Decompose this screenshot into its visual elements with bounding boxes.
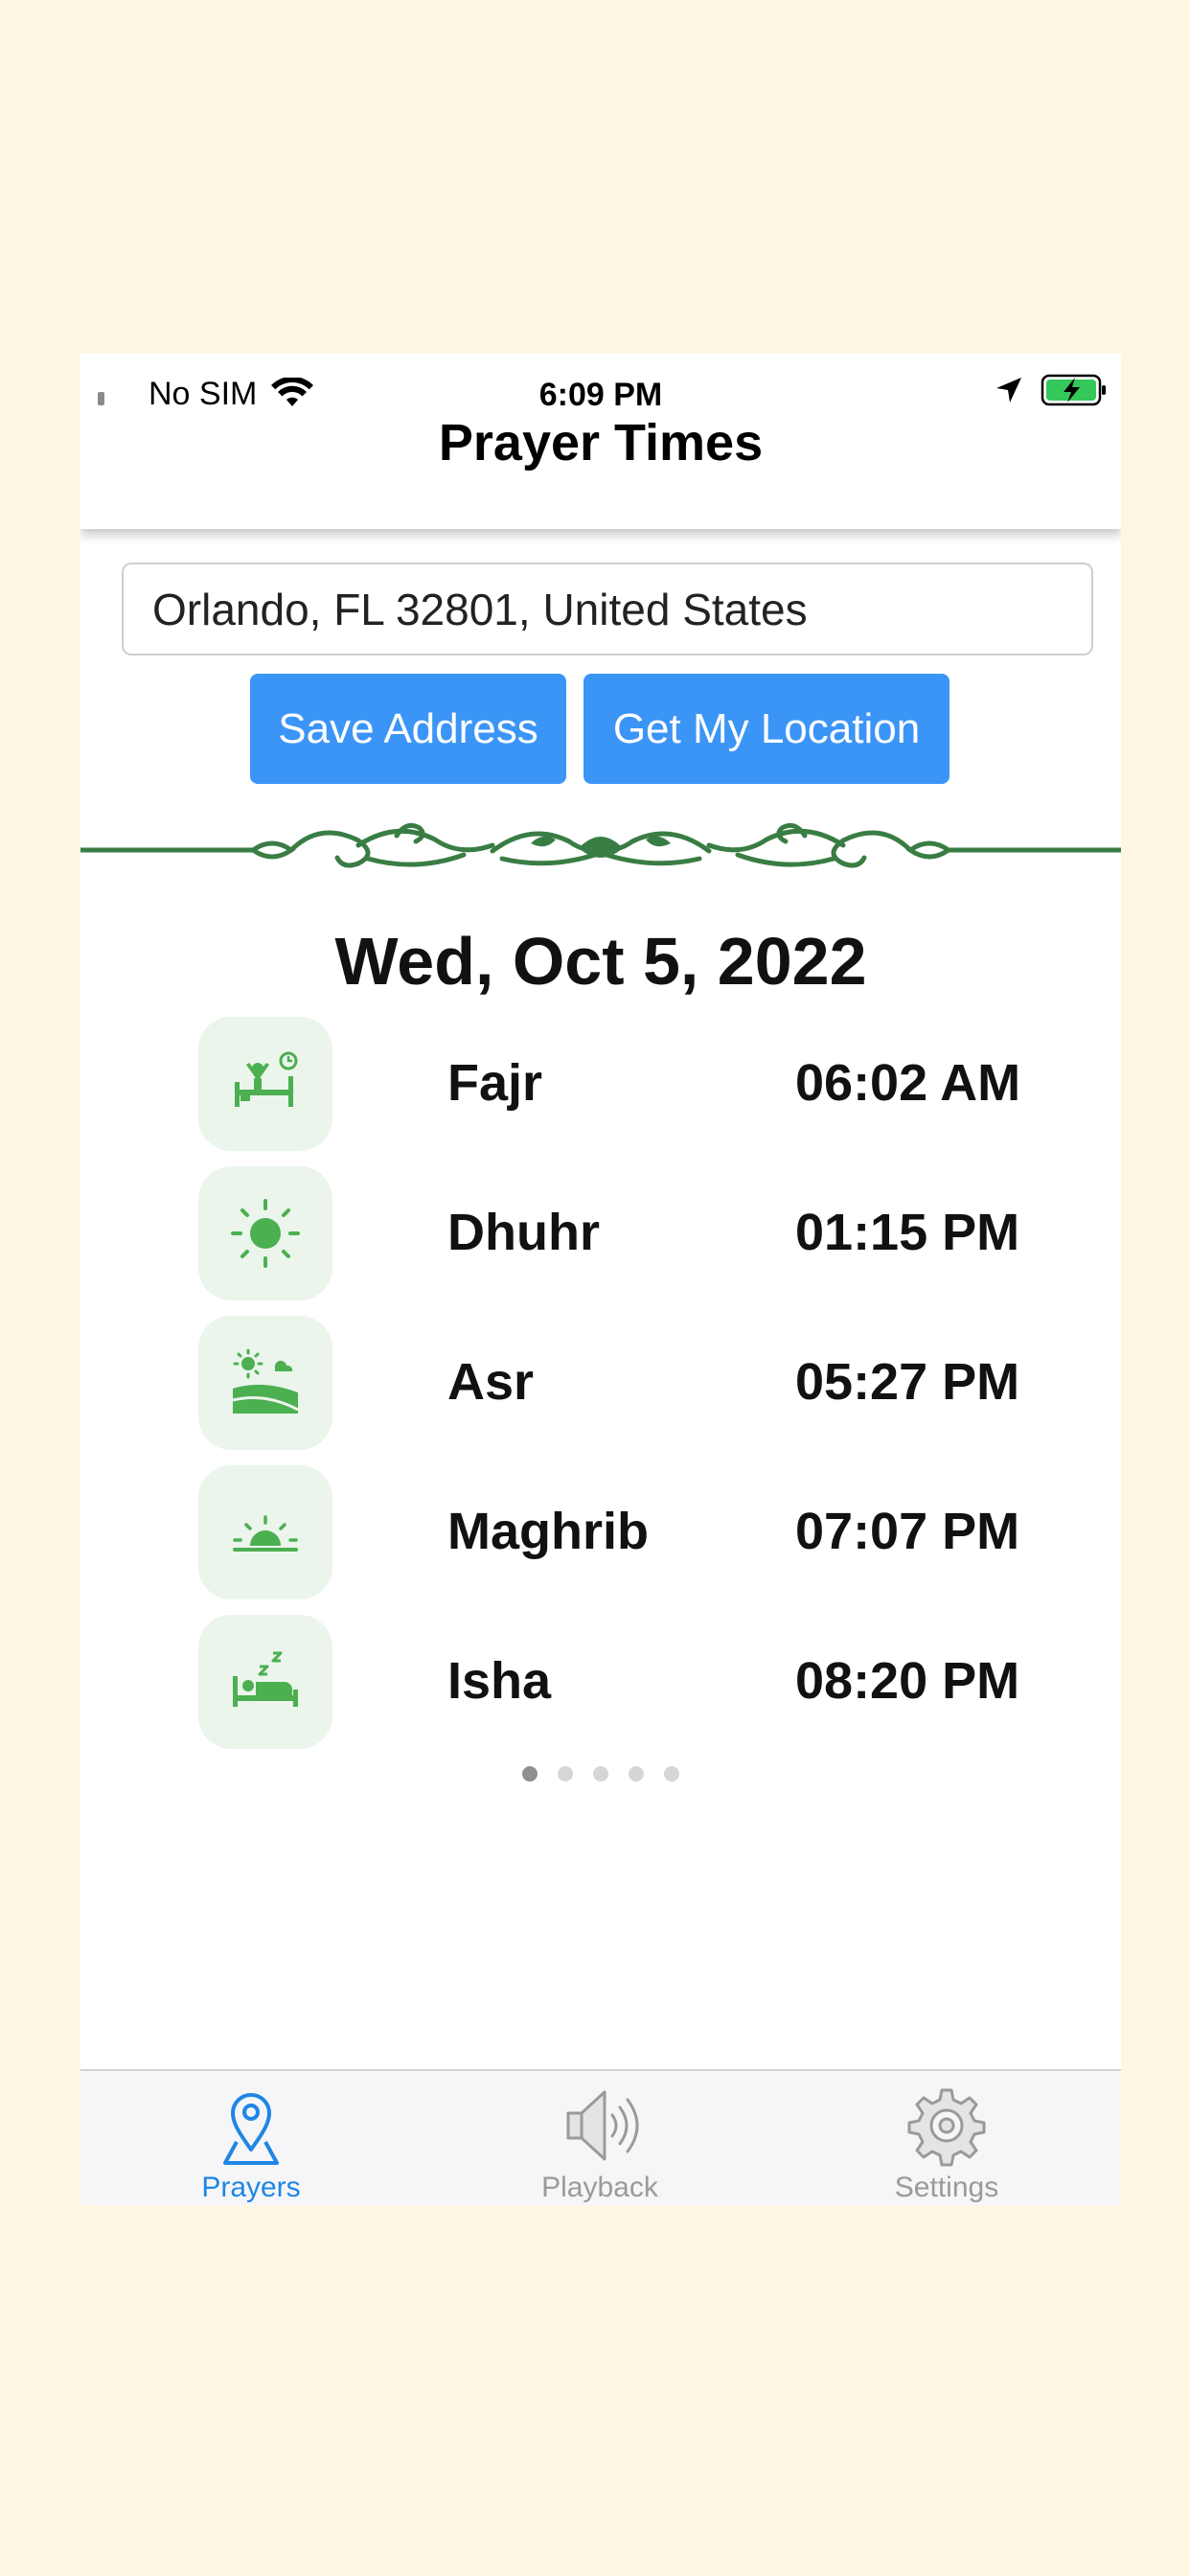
prayer-time: 07:07 PM: [795, 1503, 1020, 1560]
prayer-icon-container: [198, 1465, 332, 1599]
prayer-name: Asr: [447, 1353, 535, 1411]
status-bar-right: [995, 373, 1108, 407]
prayer-row-dhuhr: Dhuhr 01:15 PM: [80, 1166, 1121, 1300]
prayer-row-maghrib: Maghrib 07:07 PM: [80, 1465, 1121, 1599]
landscape-sun-icon: [232, 1348, 299, 1414]
sleep-icon: [233, 1651, 298, 1707]
ornamental-divider: [80, 822, 1121, 868]
page-dot[interactable]: [558, 1766, 573, 1782]
prayer-time: 06:02 AM: [795, 1054, 1021, 1112]
address-input[interactable]: [122, 563, 1093, 656]
tab-label: Prayers: [201, 2172, 301, 2203]
sunset-icon: [233, 1515, 298, 1552]
prayer-name: Isha: [447, 1652, 552, 1710]
app-screen: No SIM 6:09 PM Prayer Times Save Address…: [80, 354, 1121, 2205]
tab-label: Settings: [894, 2172, 999, 2203]
prayer-time: 05:27 PM: [795, 1353, 1020, 1411]
save-address-button[interactable]: Save Address: [250, 674, 566, 784]
prayer-name: Fajr: [447, 1054, 543, 1112]
navigation-header: No SIM 6:09 PM Prayer Times: [80, 354, 1121, 529]
page-dot[interactable]: [664, 1766, 679, 1782]
page-title: Prayer Times: [438, 414, 764, 472]
tab-playback[interactable]: Playback: [456, 2071, 744, 2205]
map-pin-icon: [223, 2093, 279, 2165]
gear-icon: [907, 2088, 986, 2167]
date-heading: Wed, Oct 5, 2022: [334, 924, 867, 999]
get-my-location-button[interactable]: Get My Location: [584, 674, 950, 784]
prayer-name: Dhuhr: [447, 1204, 600, 1261]
prayer-icon-container: [198, 1017, 332, 1151]
page-dot-active[interactable]: [522, 1766, 538, 1782]
prayer-icon-container: [198, 1166, 332, 1300]
tab-settings[interactable]: Settings: [803, 2071, 1090, 2205]
sun-icon: [231, 1199, 300, 1268]
location-arrow-icon: [996, 378, 1021, 402]
prayer-time: 01:15 PM: [795, 1204, 1020, 1261]
prayer-icon-container: [198, 1615, 332, 1749]
prayer-time: 08:20 PM: [795, 1652, 1020, 1710]
speaker-icon: [566, 2090, 639, 2161]
prayer-row-fajr: Fajr 06:02 AM: [80, 1017, 1121, 1151]
page-dot[interactable]: [593, 1766, 608, 1782]
tab-bar: Prayers Playback Settings: [80, 2069, 1121, 2205]
tab-prayers[interactable]: Prayers: [107, 2071, 395, 2205]
status-time: 6:09 PM: [538, 377, 663, 413]
prayer-row-asr: Asr 05:27 PM: [80, 1316, 1121, 1450]
prayer-row-isha: Isha 08:20 PM: [80, 1615, 1121, 1749]
prayer-icon-container: [198, 1316, 332, 1450]
page-dot[interactable]: [629, 1766, 644, 1782]
prayer-name: Maghrib: [447, 1503, 649, 1560]
wake-up-icon: [235, 1051, 298, 1107]
page-indicator[interactable]: [80, 1766, 1121, 1782]
tab-label: Playback: [541, 2172, 658, 2203]
battery-charging-icon: [1041, 374, 1106, 406]
